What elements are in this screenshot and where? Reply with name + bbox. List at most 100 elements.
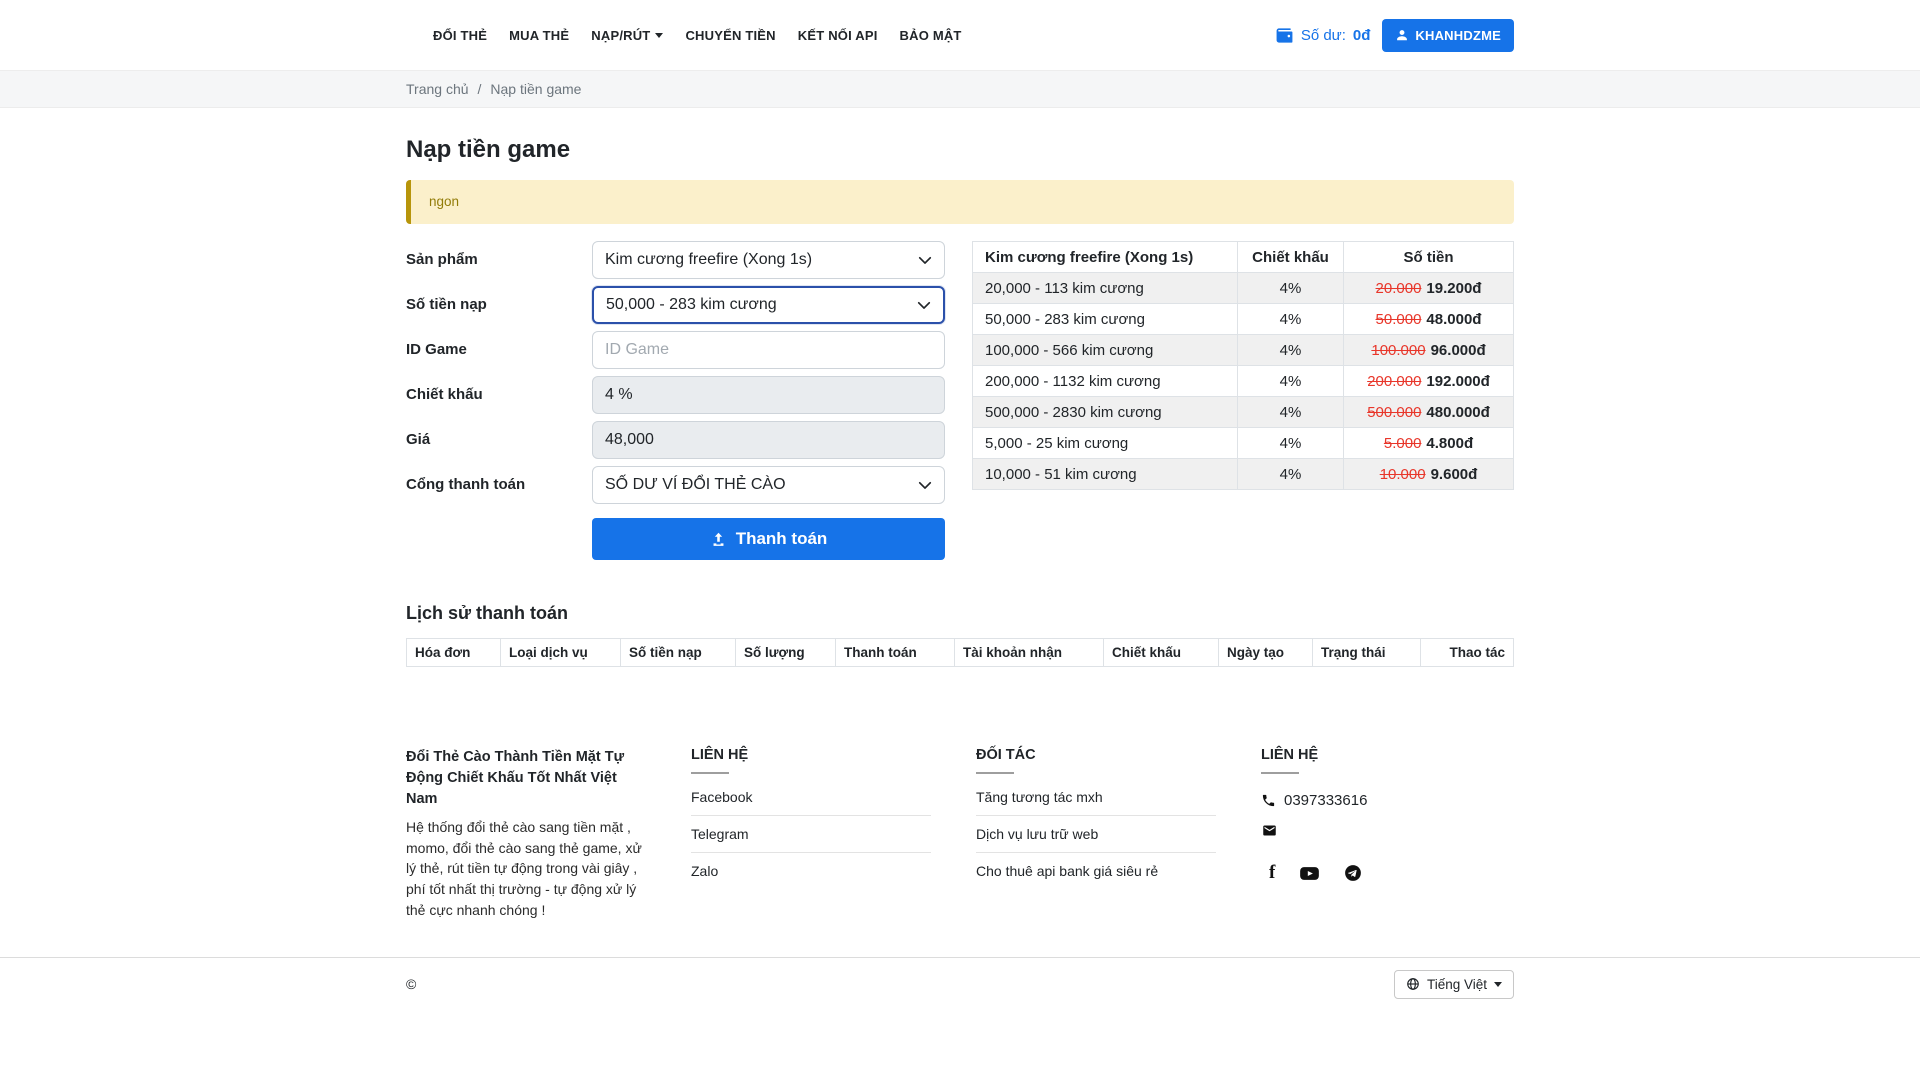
amount-cell: 500.000480.000đ bbox=[1344, 397, 1514, 428]
pack-cell: 10,000 - 51 kim cương bbox=[973, 459, 1238, 490]
new-price: 96.000đ bbox=[1431, 342, 1486, 359]
product-select[interactable]: Kim cương freefire (Xong 1s) bbox=[592, 241, 945, 279]
history-table: Hóa đơn Loại dịch vụ Số tiền nạp Số lượn… bbox=[406, 638, 1514, 667]
history-header-row: Hóa đơn Loại dịch vụ Số tiền nạp Số lượn… bbox=[407, 639, 1514, 667]
pack-cell: 100,000 - 566 kim cương bbox=[973, 335, 1238, 366]
footer-link-api-bank[interactable]: Cho thuê api bank giá siêu rẻ bbox=[976, 853, 1216, 889]
nav-item-label: ĐỔI THẺ bbox=[433, 28, 487, 43]
footer-link-hosting[interactable]: Dịch vụ lưu trữ web bbox=[976, 816, 1216, 853]
chevron-down-icon bbox=[655, 33, 663, 38]
discount-cell: 4% bbox=[1238, 304, 1344, 335]
amount-select-value: 50,000 - 283 kim cương bbox=[606, 296, 777, 314]
wallet-icon bbox=[1275, 26, 1294, 45]
upload-icon bbox=[710, 531, 727, 548]
notice-alert: ngon bbox=[406, 180, 1514, 224]
form-spacer bbox=[406, 511, 592, 560]
history-col-payment: Thanh toán bbox=[836, 639, 955, 667]
nav-item-doi-the[interactable]: ĐỔI THẺ bbox=[422, 18, 498, 53]
amount-cell: 10.0009.600đ bbox=[1344, 459, 1514, 490]
history-col-amount: Số tiền nạp bbox=[621, 639, 736, 667]
table-row: 200,000 - 1132 kim cương 4% 200.000192.0… bbox=[973, 366, 1514, 397]
footer-about-text: Hệ thống đổi thẻ cào sang tiền mặt , mom… bbox=[406, 817, 646, 921]
footer-partners-title: ĐỐI TÁC bbox=[976, 747, 1216, 763]
discount-cell: 4% bbox=[1238, 366, 1344, 397]
discount-field bbox=[592, 376, 945, 414]
amount-cell: 5.0004.800đ bbox=[1344, 428, 1514, 459]
price-field bbox=[592, 421, 945, 459]
old-price: 200.000 bbox=[1367, 373, 1421, 390]
pack-cell: 20,000 - 113 kim cương bbox=[973, 273, 1238, 304]
youtube-icon[interactable] bbox=[1299, 865, 1320, 882]
discount-cell: 4% bbox=[1238, 397, 1344, 428]
nav-item-mua-the[interactable]: MUA THẺ bbox=[498, 18, 580, 53]
email-link[interactable] bbox=[1261, 823, 1278, 838]
chevron-down-icon bbox=[918, 478, 932, 492]
new-price: 9.600đ bbox=[1431, 466, 1478, 483]
amount-cell: 50.00048.000đ bbox=[1344, 304, 1514, 335]
footer-link-telegram[interactable]: Telegram bbox=[691, 816, 931, 853]
main-nav: ĐỔI THẺ MUA THẺ NẠP/RÚT CHUYỂN TIỀN KẾT … bbox=[406, 18, 973, 53]
facebook-icon[interactable]: f bbox=[1269, 862, 1275, 884]
amount-cell: 20.00019.200đ bbox=[1344, 273, 1514, 304]
breadcrumb-separator: / bbox=[478, 81, 482, 97]
nav-item-chuyen-tien[interactable]: CHUYỂN TIỀN bbox=[674, 18, 786, 53]
price-col-discount: Chiết khấu bbox=[1238, 242, 1344, 273]
footer: Đổi Thẻ Cào Thành Tiền Mặt Tự Động Chiết… bbox=[406, 667, 1514, 921]
history-col-quantity: Số lượng bbox=[736, 639, 836, 667]
table-row: 20,000 - 113 kim cương 4% 20.00019.200đ bbox=[973, 273, 1514, 304]
pay-button[interactable]: Thanh toán bbox=[592, 518, 945, 560]
amount-select[interactable]: 50,000 - 283 kim cương bbox=[592, 286, 945, 324]
nav-item-label: MUA THẺ bbox=[509, 28, 569, 43]
nav-item-bao-mat[interactable]: BẢO MẬT bbox=[889, 18, 973, 53]
nav-item-label: NẠP/RÚT bbox=[591, 28, 650, 43]
language-label: Tiếng Việt bbox=[1427, 977, 1487, 992]
price-table: Kim cương freefire (Xong 1s) Chiết khấu … bbox=[972, 241, 1514, 490]
gateway-select[interactable]: SỐ DƯ VÍ ĐỔI THẺ CÀO bbox=[592, 466, 945, 504]
nav-item-label: BẢO MẬT bbox=[900, 28, 962, 43]
notice-alert-text: ngon bbox=[429, 194, 459, 209]
phone-icon bbox=[1261, 793, 1276, 808]
new-price: 192.000đ bbox=[1426, 373, 1489, 390]
user-account-button[interactable]: KHANHDZME bbox=[1382, 19, 1514, 52]
copyright: © bbox=[406, 976, 416, 992]
table-row: 5,000 - 25 kim cương 4% 5.0004.800đ bbox=[973, 428, 1514, 459]
footer-contact2-title: LIÊN HỆ bbox=[1261, 747, 1469, 763]
page-title: Nạp tiền game bbox=[406, 136, 1514, 164]
id-game-input[interactable] bbox=[592, 331, 945, 369]
wallet-balance[interactable]: Số dư: 0đ bbox=[1275, 26, 1371, 45]
breadcrumb-current: Nạp tiền game bbox=[490, 81, 581, 97]
history-col-status: Trạng thái bbox=[1313, 639, 1421, 667]
chevron-down-icon bbox=[918, 253, 932, 267]
breadcrumb-bar: Trang chủ / Nạp tiền game bbox=[0, 70, 1920, 108]
main-content: Nạp tiền game ngon Sản phẩm Kim cương fr… bbox=[406, 136, 1514, 921]
footer-link-zalo[interactable]: Zalo bbox=[691, 853, 931, 889]
history-col-discount: Chiết khấu bbox=[1104, 639, 1219, 667]
footer-link-facebook[interactable]: Facebook bbox=[691, 779, 931, 816]
discount-label: Chiết khấu bbox=[406, 376, 592, 414]
history-col-invoice: Hóa đơn bbox=[407, 639, 501, 667]
history-col-date: Ngày tạo bbox=[1219, 639, 1313, 667]
pay-button-label: Thanh toán bbox=[736, 529, 828, 549]
social-links: f bbox=[1261, 862, 1469, 884]
footer-about: Đổi Thẻ Cào Thành Tiền Mặt Tự Động Chiết… bbox=[406, 747, 691, 921]
gateway-select-value: SỐ DƯ VÍ ĐỔI THẺ CÀO bbox=[605, 476, 786, 494]
language-selector[interactable]: Tiếng Việt bbox=[1394, 970, 1514, 999]
discount-cell: 4% bbox=[1238, 273, 1344, 304]
breadcrumb-home-link[interactable]: Trang chủ bbox=[406, 81, 469, 97]
old-price: 5.000 bbox=[1384, 435, 1422, 452]
footer-link-mxh[interactable]: Tăng tương tác mxh bbox=[976, 779, 1216, 816]
table-row: 10,000 - 51 kim cương 4% 10.0009.600đ bbox=[973, 459, 1514, 490]
heading-underline bbox=[691, 772, 729, 774]
telegram-icon[interactable] bbox=[1344, 864, 1362, 882]
pack-cell: 5,000 - 25 kim cương bbox=[973, 428, 1238, 459]
phone-number[interactable]: 0397333616 bbox=[1284, 792, 1367, 809]
topup-form: Sản phẩm Kim cương freefire (Xong 1s) Số… bbox=[406, 241, 945, 567]
new-price: 480.000đ bbox=[1426, 404, 1489, 421]
nav-item-ket-noi-api[interactable]: KẾT NỐI API bbox=[787, 18, 889, 53]
envelope-icon bbox=[1261, 823, 1278, 838]
footer-partners: ĐỐI TÁC Tăng tương tác mxh Dịch vụ lưu t… bbox=[976, 747, 1261, 921]
nav-item-label: KẾT NỐI API bbox=[798, 28, 878, 43]
discount-cell: 4% bbox=[1238, 428, 1344, 459]
navbar-right: Số dư: 0đ KHANHDZME bbox=[1275, 19, 1514, 52]
nav-item-nap-rut[interactable]: NẠP/RÚT bbox=[580, 18, 674, 53]
